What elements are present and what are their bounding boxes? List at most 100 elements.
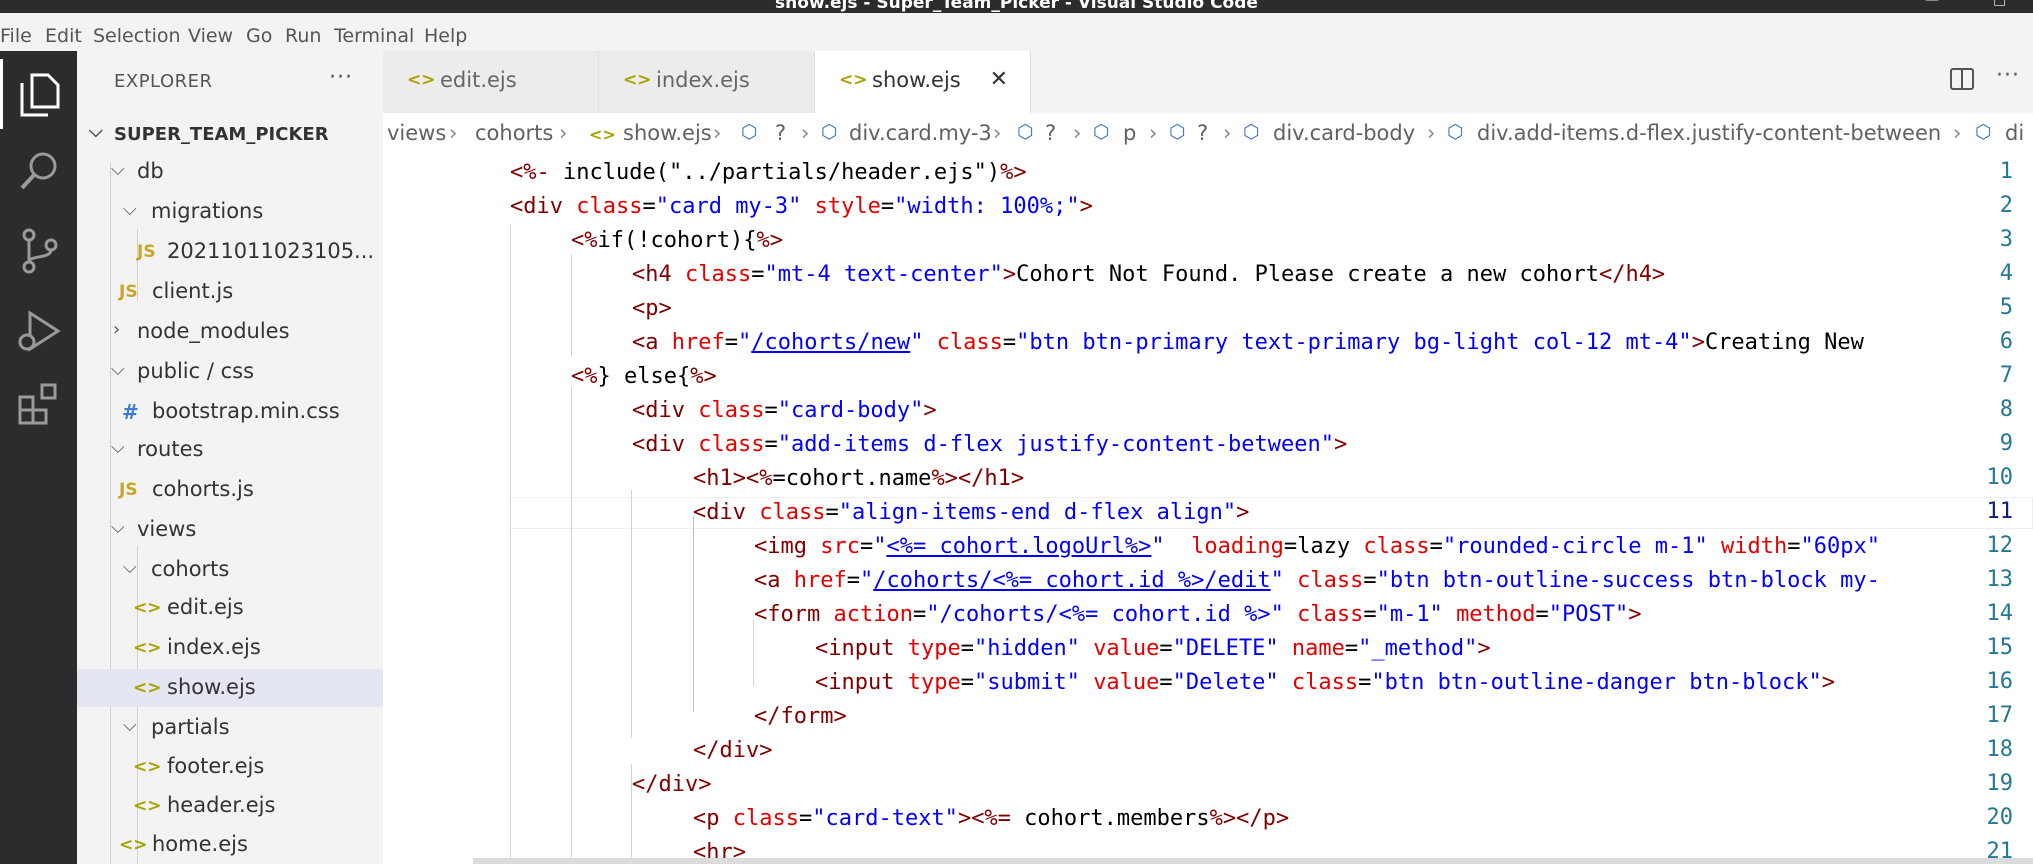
- code-token: class: [698, 398, 765, 423]
- tree-folder-cohorts[interactable]: ⌵ cohorts: [77, 551, 383, 589]
- tree-file-bootstrap[interactable]: # bootstrap.min.css: [77, 393, 383, 431]
- tree-folder-public-css[interactable]: ⌵ public / css: [77, 353, 383, 391]
- code-line[interactable]: </form>: [754, 700, 847, 734]
- code-token: <%-: [510, 160, 550, 185]
- code-line[interactable]: </div>: [693, 734, 772, 768]
- breadcrumb-item[interactable]: ?: [1045, 121, 1056, 145]
- extensions-icon[interactable]: [0, 369, 77, 439]
- menu-edit[interactable]: Edit: [45, 25, 82, 47]
- code-line[interactable]: <img src="<%= cohort.logoUrl%>" loading=…: [754, 530, 1880, 564]
- code-line[interactable]: <div class="card-body">: [632, 394, 937, 428]
- code-line[interactable]: <div class="align-items-end d-flex align…: [693, 496, 1249, 530]
- code-token: =: [764, 398, 778, 423]
- breadcrumb-item[interactable]: show.ejs: [623, 121, 712, 145]
- code-line[interactable]: <p>: [632, 292, 672, 326]
- minimize-icon[interactable]: —: [1925, 0, 1939, 7]
- code-line[interactable]: <%if(!cohort){%>: [571, 224, 783, 258]
- maximize-icon[interactable]: □: [1993, 0, 2006, 7]
- tree-file-show-ejs[interactable]: <> show.ejs: [77, 669, 383, 707]
- breadcrumb-item[interactable]: p: [1123, 121, 1136, 145]
- tree-folder-partials[interactable]: ⌵ partials: [77, 709, 383, 747]
- breadcrumb-item[interactable]: views: [387, 121, 446, 145]
- menu-run[interactable]: Run: [285, 25, 321, 47]
- tree-file-header-ejs[interactable]: <> header.ejs: [77, 787, 383, 825]
- horizontal-scrollbar[interactable]: [473, 858, 2033, 864]
- code-line[interactable]: </div>: [632, 768, 711, 802]
- code-token: ": [910, 330, 924, 355]
- breadcrumb-item[interactable]: cohorts: [475, 121, 553, 145]
- tree-file-footer-ejs[interactable]: <> footer.ejs: [77, 748, 383, 786]
- code-token: >: [1821, 670, 1835, 695]
- ejs-file-icon: <>: [839, 70, 868, 90]
- tab-index-ejs[interactable]: <> index.ejs: [599, 51, 815, 113]
- explorer-more-actions-icon[interactable]: ···: [329, 65, 353, 90]
- code-token: value: [1093, 670, 1160, 695]
- tree-folder-migrations[interactable]: ⌵ migrations: [77, 193, 383, 231]
- tree-file-client[interactable]: JS client.js: [77, 273, 383, 311]
- code-line[interactable]: <p class="card-text"><%= cohort.members%…: [693, 802, 1289, 836]
- menu-terminal[interactable]: Terminal: [334, 25, 414, 47]
- css-file-icon: #: [122, 400, 139, 424]
- breadcrumb-item[interactable]: div.add-items.d-flex.justify-content-bet…: [1477, 121, 1941, 145]
- code-line[interactable]: <%} else{%>: [571, 360, 717, 394]
- menu-go[interactable]: Go: [246, 25, 272, 47]
- code-token: href: [671, 330, 725, 355]
- code-token: %>: [1000, 160, 1027, 185]
- close-tab-icon[interactable]: ✕: [990, 67, 1008, 92]
- ejs-file-icon: <>: [133, 796, 162, 816]
- code-line[interactable]: <div class="card my-3" style="width: 100…: [510, 190, 1093, 224]
- code-token: =: [859, 534, 874, 559]
- source-control-icon[interactable]: [0, 216, 77, 286]
- ejs-file-icon: <>: [589, 125, 616, 144]
- code-token: width: [1720, 534, 1788, 559]
- tree-folder-node-modules[interactable]: › node_modules: [77, 313, 383, 351]
- code-editor[interactable]: 1 2 3 4 5 6 7 8 9 10 11 12 13 14 15 16 1…: [383, 156, 2033, 864]
- explorer-icon[interactable]: [0, 59, 77, 129]
- js-file-icon: JS: [119, 480, 138, 500]
- split-editor-icon[interactable]: [1949, 67, 1975, 97]
- code-token: ": [1270, 568, 1284, 593]
- breadcrumb-item[interactable]: di: [2005, 121, 2024, 145]
- breadcrumb-item[interactable]: ?: [1197, 121, 1208, 145]
- tree-file-edit-ejs[interactable]: <> edit.ejs: [77, 589, 383, 627]
- breadcrumb-item[interactable]: div.card.my-3: [849, 121, 992, 145]
- tree-root[interactable]: ⌵ SUPER_TEAM_PICKER: [77, 115, 383, 153]
- code-line[interactable]: <a href="/cohorts/<%= cohort.id %>/edit"…: [754, 564, 1880, 598]
- run-debug-icon[interactable]: [0, 296, 77, 366]
- menu-view[interactable]: View: [188, 25, 233, 47]
- tree-folder-db[interactable]: ⌵ db: [77, 153, 383, 191]
- menu-help[interactable]: Help: [424, 25, 467, 47]
- code-line[interactable]: <div class="add-items d-flex justify-con…: [632, 428, 1347, 462]
- code-line[interactable]: <%- include("../partials/header.ejs")%>: [510, 156, 1027, 190]
- editor-tab-bar: <> edit.ejs <> index.ejs <> show.ejs ✕ ·…: [383, 51, 2033, 113]
- tree-folder-routes[interactable]: ⌵ routes: [77, 431, 383, 469]
- code-line[interactable]: <h4 class="mt-4 text-center">Cohort Not …: [632, 258, 1665, 292]
- breadcrumb-item[interactable]: div.card-body: [1273, 121, 1415, 145]
- menu-file[interactable]: File: [0, 25, 32, 47]
- line-number: 14: [1986, 601, 2014, 626]
- code-line[interactable]: <a href="/cohorts/new" class="btn btn-pr…: [632, 326, 1864, 360]
- code-token: =: [798, 806, 813, 831]
- more-actions-icon[interactable]: ···: [1996, 63, 2020, 88]
- tree-file-index-ejs[interactable]: <> index.ejs: [77, 629, 383, 667]
- search-icon[interactable]: [0, 136, 77, 206]
- code-line[interactable]: <form action="/cohorts/<%= cohort.id %>"…: [754, 598, 1642, 632]
- tab-edit-ejs[interactable]: <> edit.ejs: [383, 51, 599, 113]
- tree-folder-views[interactable]: ⌵ views: [77, 511, 383, 549]
- breadcrumb-item[interactable]: ?: [775, 121, 786, 145]
- tree-file-cohorts-js[interactable]: JS cohorts.js: [77, 471, 383, 509]
- code-line[interactable]: <input type="submit" value="Delete" clas…: [815, 666, 1835, 700]
- tree-file-migration[interactable]: JS 20211011023105...: [77, 233, 383, 271]
- tree-file-home-ejs[interactable]: <> home.ejs: [77, 826, 383, 864]
- line-number: 8: [1999, 397, 2013, 422]
- menu-selection[interactable]: Selection: [93, 25, 181, 47]
- tab-show-ejs[interactable]: <> show.ejs ✕: [815, 51, 1031, 113]
- code-line[interactable]: <h1><%=cohort.name%></h1>: [693, 462, 1024, 496]
- code-line[interactable]: <input type="hidden" value="DELETE" name…: [815, 632, 1491, 666]
- code-token: class: [698, 432, 765, 457]
